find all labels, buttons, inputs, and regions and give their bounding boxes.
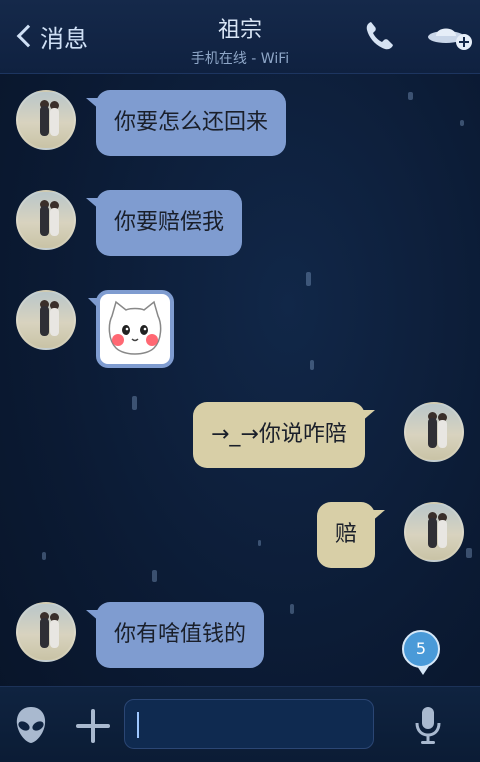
message-input[interactable] — [124, 699, 374, 749]
emoji-button[interactable] — [14, 705, 48, 745]
contact-avatar[interactable] — [16, 190, 76, 250]
phone-call-button[interactable] — [362, 18, 398, 54]
phone-icon — [366, 22, 393, 50]
microphone-icon — [415, 707, 441, 744]
alien-face-icon — [16, 707, 46, 743]
message-bubble-sent[interactable]: 赔 — [317, 502, 386, 568]
add-attachment-button[interactable] — [76, 709, 110, 743]
text-caret — [137, 712, 139, 738]
my-avatar[interactable] — [404, 502, 464, 562]
chevron-left-icon — [16, 24, 40, 48]
add-contact-button[interactable] — [426, 20, 474, 52]
online-status: 手机在线 - WiFi — [190, 51, 290, 67]
my-avatar[interactable] — [404, 402, 464, 462]
unread-count-badge[interactable]: 5 — [402, 630, 440, 675]
input-bar — [0, 686, 480, 762]
ufo-plus-icon — [428, 28, 472, 50]
message-bubble-received[interactable]: 你要赔偿我 — [85, 190, 243, 256]
contact-avatar[interactable] — [16, 290, 76, 350]
cat-face-sticker-icon — [108, 300, 162, 355]
back-label: 消息 — [40, 24, 88, 53]
sticker-message[interactable] — [88, 290, 174, 368]
message-bubble-received[interactable]: 你要怎么还回来 — [85, 90, 287, 156]
back-button[interactable]: 消息 — [14, 18, 88, 54]
voice-input-button[interactable] — [414, 705, 442, 745]
chat-header: 消息 祖宗 手机在线 - WiFi — [0, 0, 480, 74]
contact-name: 祖宗 — [217, 18, 262, 43]
contact-avatar[interactable] — [16, 90, 76, 150]
contact-avatar[interactable] — [16, 602, 76, 662]
message-bubble-sent[interactable]: →_→你说咋陪 — [193, 402, 375, 468]
message-bubble-received[interactable]: 你有啥值钱的 — [85, 602, 265, 668]
contact-info: 祖宗 手机在线 - WiFi — [140, 12, 340, 68]
